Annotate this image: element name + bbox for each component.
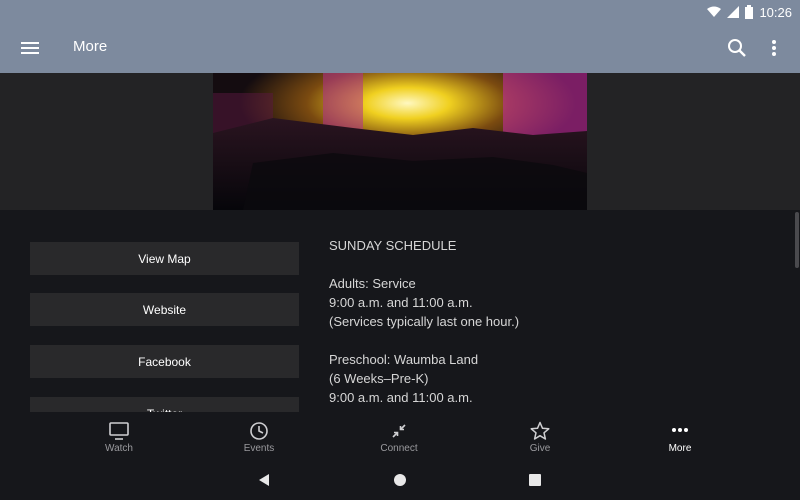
tv-icon — [109, 422, 129, 440]
facebook-button[interactable]: Facebook — [30, 345, 299, 378]
nav-watch[interactable]: Watch — [69, 412, 169, 460]
content-area: View Map Website Facebook Twitter SUNDAY… — [0, 210, 800, 412]
nav-more-label: More — [668, 443, 692, 454]
recents-icon[interactable] — [528, 473, 542, 487]
preschool-ages: (6 Weeks–Pre-K) — [329, 371, 429, 386]
search-icon[interactable] — [726, 37, 748, 59]
nav-more[interactable]: More — [630, 412, 730, 460]
view-map-button[interactable]: View Map — [30, 242, 299, 275]
wifi-icon — [707, 6, 722, 17]
preschool-times: 9:00 a.m. and 11:00 a.m. — [329, 390, 473, 405]
hero-banner — [0, 73, 800, 210]
concert-stage-photo — [213, 73, 587, 210]
app-toolbar: More — [0, 24, 800, 73]
status-time: 10:26 — [759, 4, 792, 20]
nav-watch-label: Watch — [105, 443, 133, 454]
hamburger-menu-icon[interactable] — [20, 36, 42, 60]
nav-give[interactable]: Give — [490, 412, 590, 460]
nav-give-label: Give — [529, 443, 551, 454]
schedule-text: SUNDAY SCHEDULE Adults: Service 9:00 a.m… — [329, 236, 519, 407]
status-icons: 10:26 — [707, 3, 792, 21]
overflow-menu-icon[interactable] — [764, 37, 784, 59]
clock-icon — [250, 422, 268, 440]
back-icon[interactable] — [257, 473, 271, 487]
adults-note: (Services typically last one hour.) — [329, 314, 520, 329]
home-icon[interactable] — [393, 473, 407, 487]
cell-signal-icon — [727, 6, 740, 18]
battery-icon — [745, 5, 754, 19]
nav-connect-label: Connect — [380, 443, 418, 454]
more-dots-icon — [672, 428, 688, 432]
schedule-heading: SUNDAY SCHEDULE — [329, 238, 457, 253]
adults-times: 9:00 a.m. and 11:00 a.m. — [329, 295, 473, 310]
adults-title: Adults: Service — [329, 276, 416, 291]
website-button[interactable]: Website — [30, 293, 299, 326]
status-bar: 10:26 — [0, 0, 800, 24]
twitter-button[interactable]: Twitter — [30, 397, 299, 412]
page-title: More — [73, 38, 108, 55]
scrollbar[interactable] — [795, 212, 799, 268]
nav-events[interactable]: Events — [209, 412, 309, 460]
connect-arrows-icon — [392, 424, 406, 438]
system-navigation-bar — [0, 460, 800, 500]
bottom-navigation: Watch Events Connect Give More — [0, 412, 800, 460]
nav-connect[interactable]: Connect — [349, 412, 449, 460]
star-icon — [530, 421, 550, 440]
nav-events-label: Events — [243, 443, 275, 454]
preschool-title: Preschool: Waumba Land — [329, 352, 479, 367]
